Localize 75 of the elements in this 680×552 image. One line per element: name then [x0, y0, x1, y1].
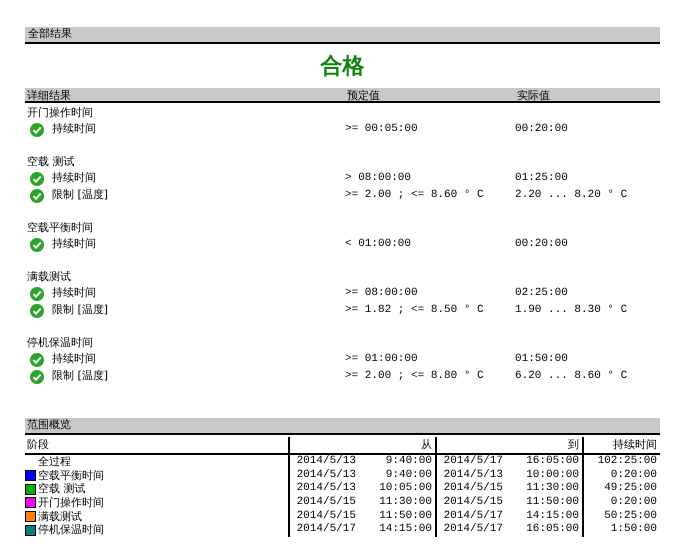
column-header: 持续时间 [613, 438, 657, 451]
phase-name: 停机保温时间 [38, 523, 104, 538]
group-title: 开门操作时间 [26, 105, 94, 121]
time-cell-text: 9:40:00 [384, 468, 432, 482]
date-cell-text: 2014/5/13 [296, 468, 356, 482]
time-cell-text: 11:30:00 [378, 496, 432, 510]
phase-name: 全过程 [38, 455, 71, 469]
column-header: 详细结果 [27, 88, 72, 104]
actual-value: 2.20 ... 8.20 ° C [515, 188, 628, 204]
item-label: 持续时间 [52, 170, 96, 186]
expected-value: >= 08:00:00 [345, 286, 419, 302]
column-header: 从 [421, 438, 432, 451]
date-cell: 2014/5/15 [296, 496, 356, 510]
time-cell-text: 10:00:00 [525, 468, 579, 482]
item-label: 限制 [温度] [52, 187, 108, 204]
phase-name: 空载平衡时间 [38, 468, 104, 482]
column-header: 预定值 [347, 88, 381, 104]
column-header: 阶段 [27, 438, 49, 451]
date-cell: 2014/5/17 [444, 455, 503, 469]
section-title: 全部结果 [28, 26, 72, 42]
time-cell-text: 11:30:00 [525, 482, 579, 496]
result-text: 合格 [320, 52, 364, 80]
item-label: 持续时间 [52, 236, 96, 252]
group-title: 停机保温时间 [26, 335, 94, 351]
date-cell: 2014/5/15 [444, 496, 503, 510]
actual-value: 00:20:00 [515, 237, 569, 252]
expected-value: >= 2.00 ; <= 8.60 ° C [345, 188, 485, 204]
column-header: 到 [568, 438, 579, 451]
group-title: 满载测试 [26, 269, 72, 285]
phase-name: 空载 测试 [38, 482, 86, 496]
time-cell-text: 14:15:00 [378, 523, 432, 538]
time-cell-text: 10:05:00 [378, 482, 432, 496]
date-cell-text: 2014/5/17 [444, 510, 503, 523]
time-cell-text: 11:50:00 [378, 510, 432, 524]
expected-value: >= 2.00 ; <= 8.80 ° C [345, 369, 485, 384]
duration-cell: 49:25:00 [604, 482, 657, 494]
item-label: 持续时间 [52, 285, 96, 302]
duration-cell: 0:20:00 [610, 468, 657, 481]
time-cell-text: 16:05:00 [525, 523, 579, 538]
actual-value: 01:25:00 [515, 171, 569, 186]
expected-value: >= 01:00:00 [345, 352, 419, 368]
section-title: 范围概览 [27, 417, 71, 434]
actual-value: 00:20:00 [515, 122, 569, 138]
date-cell-text: 2014/5/15 [444, 482, 503, 496]
duration-cell: 50:25:00 [604, 510, 657, 522]
date-cell: 2014/5/17 [296, 523, 356, 538]
time-cell-text: 14:15:00 [525, 510, 579, 524]
date-cell-text: 2014/5/13 [444, 468, 503, 482]
date-cell: 2014/5/17 [444, 523, 503, 538]
date-cell-text: 2014/5/13 [296, 482, 356, 496]
time-cell-text: 9:40:00 [384, 455, 432, 469]
duration-cell: 102:25:00 [598, 455, 657, 467]
actual-value: 01:50:00 [515, 352, 569, 368]
expected-value: > 08:00:00 [345, 171, 412, 186]
actual-value: 1.90 ... 8.30 ° C [515, 303, 628, 318]
actual-value: 02:25:00 [515, 286, 569, 302]
item-label: 限制 [温度] [52, 302, 108, 318]
group-title: 空载平衡时间 [26, 220, 94, 236]
item-label: 持续时间 [52, 121, 96, 138]
phase-name: 满载测试 [38, 510, 82, 524]
time-cell-text: 11:50:00 [525, 496, 579, 510]
duration-cell: 0:20:00 [610, 496, 657, 508]
expected-value: < 01:00:00 [345, 237, 412, 252]
column-header: 实际值 [517, 88, 551, 104]
item-label: 限制 [温度] [52, 368, 108, 384]
expected-value: >= 1.82 ; <= 8.50 ° C [345, 303, 485, 318]
date-cell: 2014/5/13 [296, 455, 356, 469]
time-cell-text: 16:05:00 [525, 455, 579, 469]
expected-value: >= 00:05:00 [345, 122, 419, 138]
date-cell-text: 2014/5/15 [296, 510, 356, 523]
duration-cell: 1:50:00 [610, 523, 657, 536]
actual-value: 6.20 ... 8.60 ° C [515, 369, 628, 384]
item-label: 持续时间 [52, 351, 96, 368]
group-title: 空载 测试 [26, 154, 76, 170]
phase-name: 开门操作时间 [38, 496, 104, 510]
